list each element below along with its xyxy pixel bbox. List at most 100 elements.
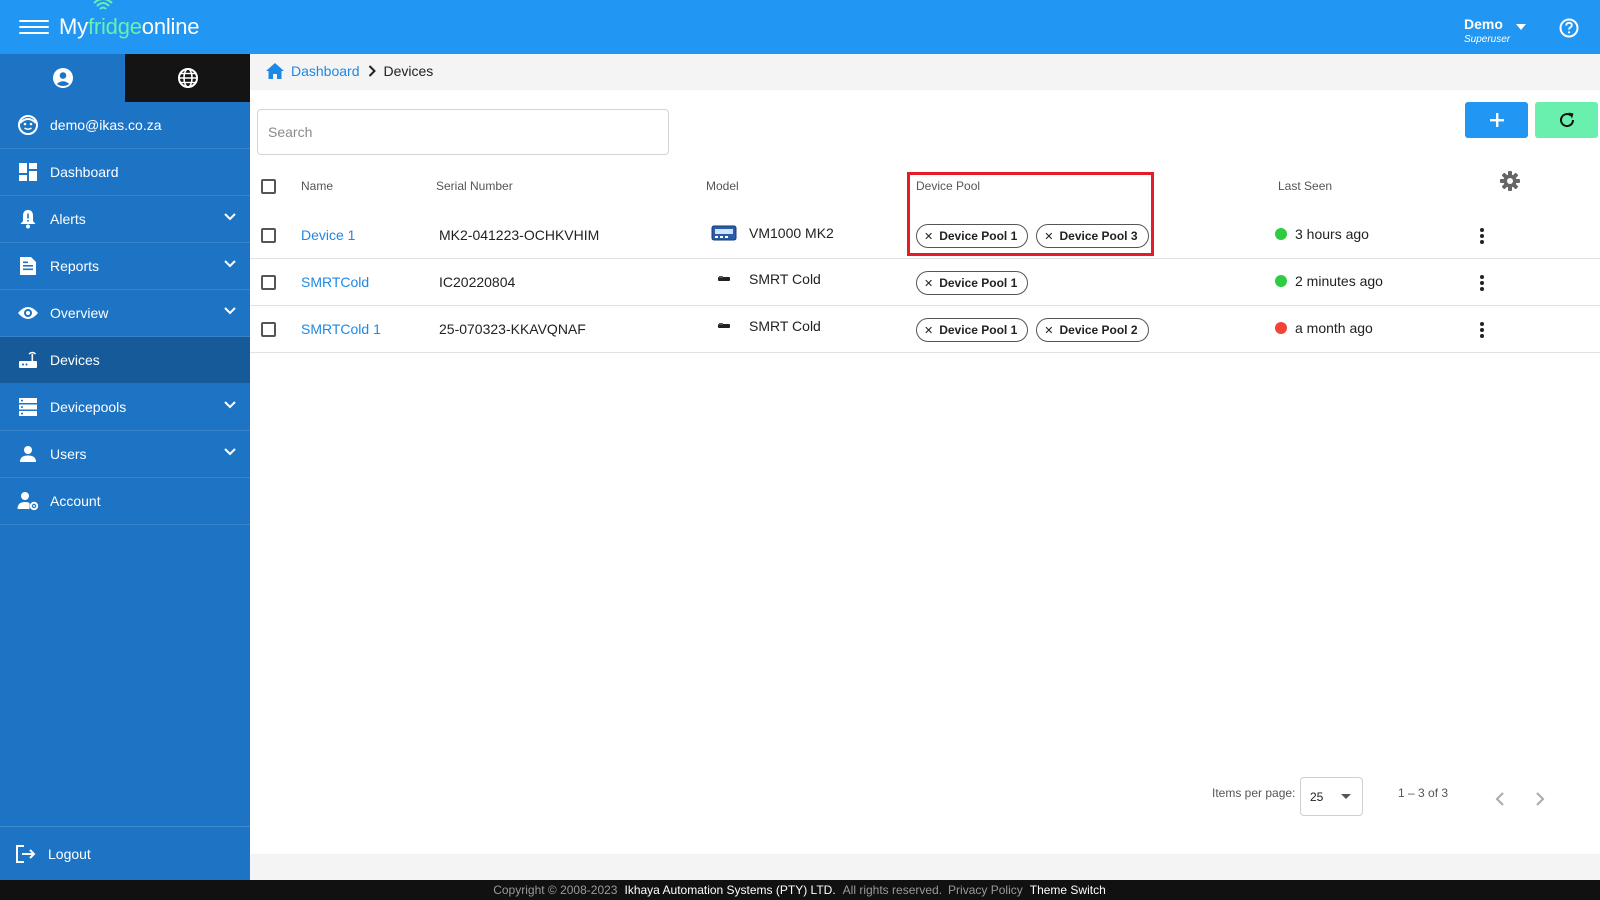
chevron-down-icon[interactable] <box>224 307 236 315</box>
table-row[interactable]: Device 1 MK2-041223-OCHKVHIM VM1000 MK2 … <box>250 212 1600 259</box>
search-input[interactable] <box>257 109 669 155</box>
eye-icon <box>18 307 38 319</box>
sidebar-item-devices[interactable]: Devices <box>0 337 250 384</box>
column-header-device-pool[interactable]: Device Pool <box>916 179 980 193</box>
remove-chip-icon[interactable]: ✕ <box>1044 230 1053 243</box>
sidebar-item-label: Devices <box>50 352 100 368</box>
brand-accent: fridge <box>87 14 142 39</box>
sidebar-item-alerts[interactable]: Alerts <box>0 196 250 243</box>
column-header-serial[interactable]: Serial Number <box>436 179 513 193</box>
chevron-down-icon[interactable] <box>224 213 236 221</box>
logout-button[interactable]: Logout <box>0 826 250 880</box>
caret-down-icon[interactable] <box>1516 24 1526 30</box>
sidebar-item-label: Dashboard <box>50 164 119 180</box>
model-cell: SMRT Cold <box>711 271 821 287</box>
items-per-page-select[interactable]: 25 <box>1300 777 1363 816</box>
device-name-link[interactable]: SMRTCold 1 <box>301 321 381 337</box>
more-vert-icon[interactable] <box>1476 273 1488 293</box>
chevron-down-icon[interactable] <box>224 401 236 409</box>
chevron-right-icon <box>368 65 376 77</box>
table-row[interactable]: SMRTCold IC20220804 SMRT Cold ✕ Device Po… <box>250 259 1600 306</box>
device-pool-chips: ✕ Device Pool 1 ✕ Device Pool 3 <box>916 224 1149 248</box>
more-vert-icon[interactable] <box>1476 320 1488 340</box>
device-name-link[interactable]: Device 1 <box>301 227 355 243</box>
status-offline-dot <box>1275 322 1287 334</box>
status-online-dot <box>1275 228 1287 240</box>
device-pool-chips: ✕ Device Pool 1 <box>916 271 1029 295</box>
more-vert-icon[interactable] <box>1476 226 1488 246</box>
add-device-button[interactable] <box>1465 102 1528 138</box>
app-logo[interactable]: Myfridgeonline <box>59 0 200 40</box>
logout-icon <box>16 844 36 863</box>
previous-page-icon[interactable] <box>1495 792 1505 806</box>
remove-chip-icon[interactable]: ✕ <box>924 277 933 290</box>
remove-chip-icon[interactable]: ✕ <box>924 324 933 337</box>
chevron-down-icon[interactable] <box>224 448 236 456</box>
chip-label: Device Pool 2 <box>1059 323 1138 337</box>
device-pool-chip: ✕ Device Pool 1 <box>916 271 1029 295</box>
sidebar-item-dashboard[interactable]: Dashboard <box>0 149 250 196</box>
gear-icon[interactable] <box>1499 170 1521 192</box>
sidebar-item-account[interactable]: Account <box>0 478 250 525</box>
model-name: SMRT Cold <box>749 318 821 334</box>
home-icon[interactable] <box>265 62 285 80</box>
sidebar-item-label: Reports <box>50 258 100 274</box>
serial-number: 25-070323-KKAVQNAF <box>439 321 586 337</box>
column-header-last-seen[interactable]: Last Seen <box>1278 179 1332 193</box>
wifi-icon <box>93 0 113 10</box>
breadcrumb-current: Devices <box>383 63 434 79</box>
row-checkbox[interactable] <box>261 275 276 290</box>
items-per-page-label: Items per page: <box>1212 786 1296 800</box>
help-icon[interactable] <box>1559 18 1579 38</box>
device-pool-chip: ✕ Device Pool 1 <box>916 224 1029 248</box>
footer-company: Ikhaya Automation Systems (PTY) LTD. <box>624 883 836 897</box>
sidebar-item-label: Users <box>50 446 87 462</box>
privacy-policy-link[interactable]: Privacy Policy <box>948 883 1023 897</box>
smrt-cold-device-icon <box>718 323 730 328</box>
menu-icon[interactable] <box>19 16 49 38</box>
row-checkbox[interactable] <box>261 228 276 243</box>
footer-rights: All rights reserved. <box>842 883 943 897</box>
person-icon <box>20 446 36 462</box>
column-header-name[interactable]: Name <box>301 179 333 193</box>
chip-label: Device Pool 1 <box>939 276 1018 290</box>
dashboard-icon <box>19 163 37 181</box>
device-name-link[interactable]: SMRTCold <box>301 274 369 290</box>
tab-profile[interactable] <box>0 54 125 102</box>
sidebar-item-users[interactable]: Users <box>0 431 250 478</box>
remove-chip-icon[interactable]: ✕ <box>1044 324 1053 337</box>
footer: Copyright © 2008-2023 Ikhaya Automation … <box>0 880 1600 900</box>
pagination-range: 1 – 3 of 3 <box>1398 786 1449 800</box>
table-row[interactable]: SMRTCold 1 25-070323-KKAVQNAF SMRT Cold … <box>250 306 1600 353</box>
caret-down-icon <box>1341 794 1351 799</box>
sidebar-item-reports[interactable]: Reports <box>0 243 250 290</box>
chevron-down-icon[interactable] <box>224 260 236 268</box>
last-seen-text: a month ago <box>1295 320 1373 336</box>
select-all-checkbox[interactable] <box>261 179 276 194</box>
user-menu[interactable]: Demo Superuser <box>1464 16 1510 45</box>
sidebar-item-label: Alerts <box>50 211 86 227</box>
router-icon <box>19 351 37 368</box>
tab-globe[interactable] <box>125 54 250 102</box>
remove-chip-icon[interactable]: ✕ <box>924 230 933 243</box>
column-header-model[interactable]: Model <box>706 179 739 193</box>
sidebar-item-devicepools[interactable]: Devicepools <box>0 384 250 431</box>
sidebar-item-overview[interactable]: Overview <box>0 290 250 337</box>
model-cell: VM1000 MK2 <box>711 224 834 242</box>
breadcrumb-dashboard-link[interactable]: Dashboard <box>291 63 360 79</box>
last-seen-text: 3 hours ago <box>1295 226 1369 242</box>
theme-switch-link[interactable]: Theme Switch <box>1030 883 1106 897</box>
user-name: Demo <box>1464 16 1503 32</box>
sidebar-item-label: Account <box>50 493 101 509</box>
bell-alert-icon <box>20 210 36 229</box>
face-icon <box>18 115 38 135</box>
sidebar-user-email[interactable]: demo@ikas.co.za <box>0 102 250 149</box>
refresh-button[interactable] <box>1535 102 1598 138</box>
serial-number: IC20220804 <box>439 274 516 290</box>
globe-icon <box>177 68 198 88</box>
row-checkbox[interactable] <box>261 322 276 337</box>
next-page-icon[interactable] <box>1535 792 1545 806</box>
last-seen: 3 hours ago <box>1275 226 1369 242</box>
serial-number: MK2-041223-OCHKVHIM <box>439 227 600 243</box>
device-pool-chip: ✕ Device Pool 1 <box>916 318 1029 342</box>
